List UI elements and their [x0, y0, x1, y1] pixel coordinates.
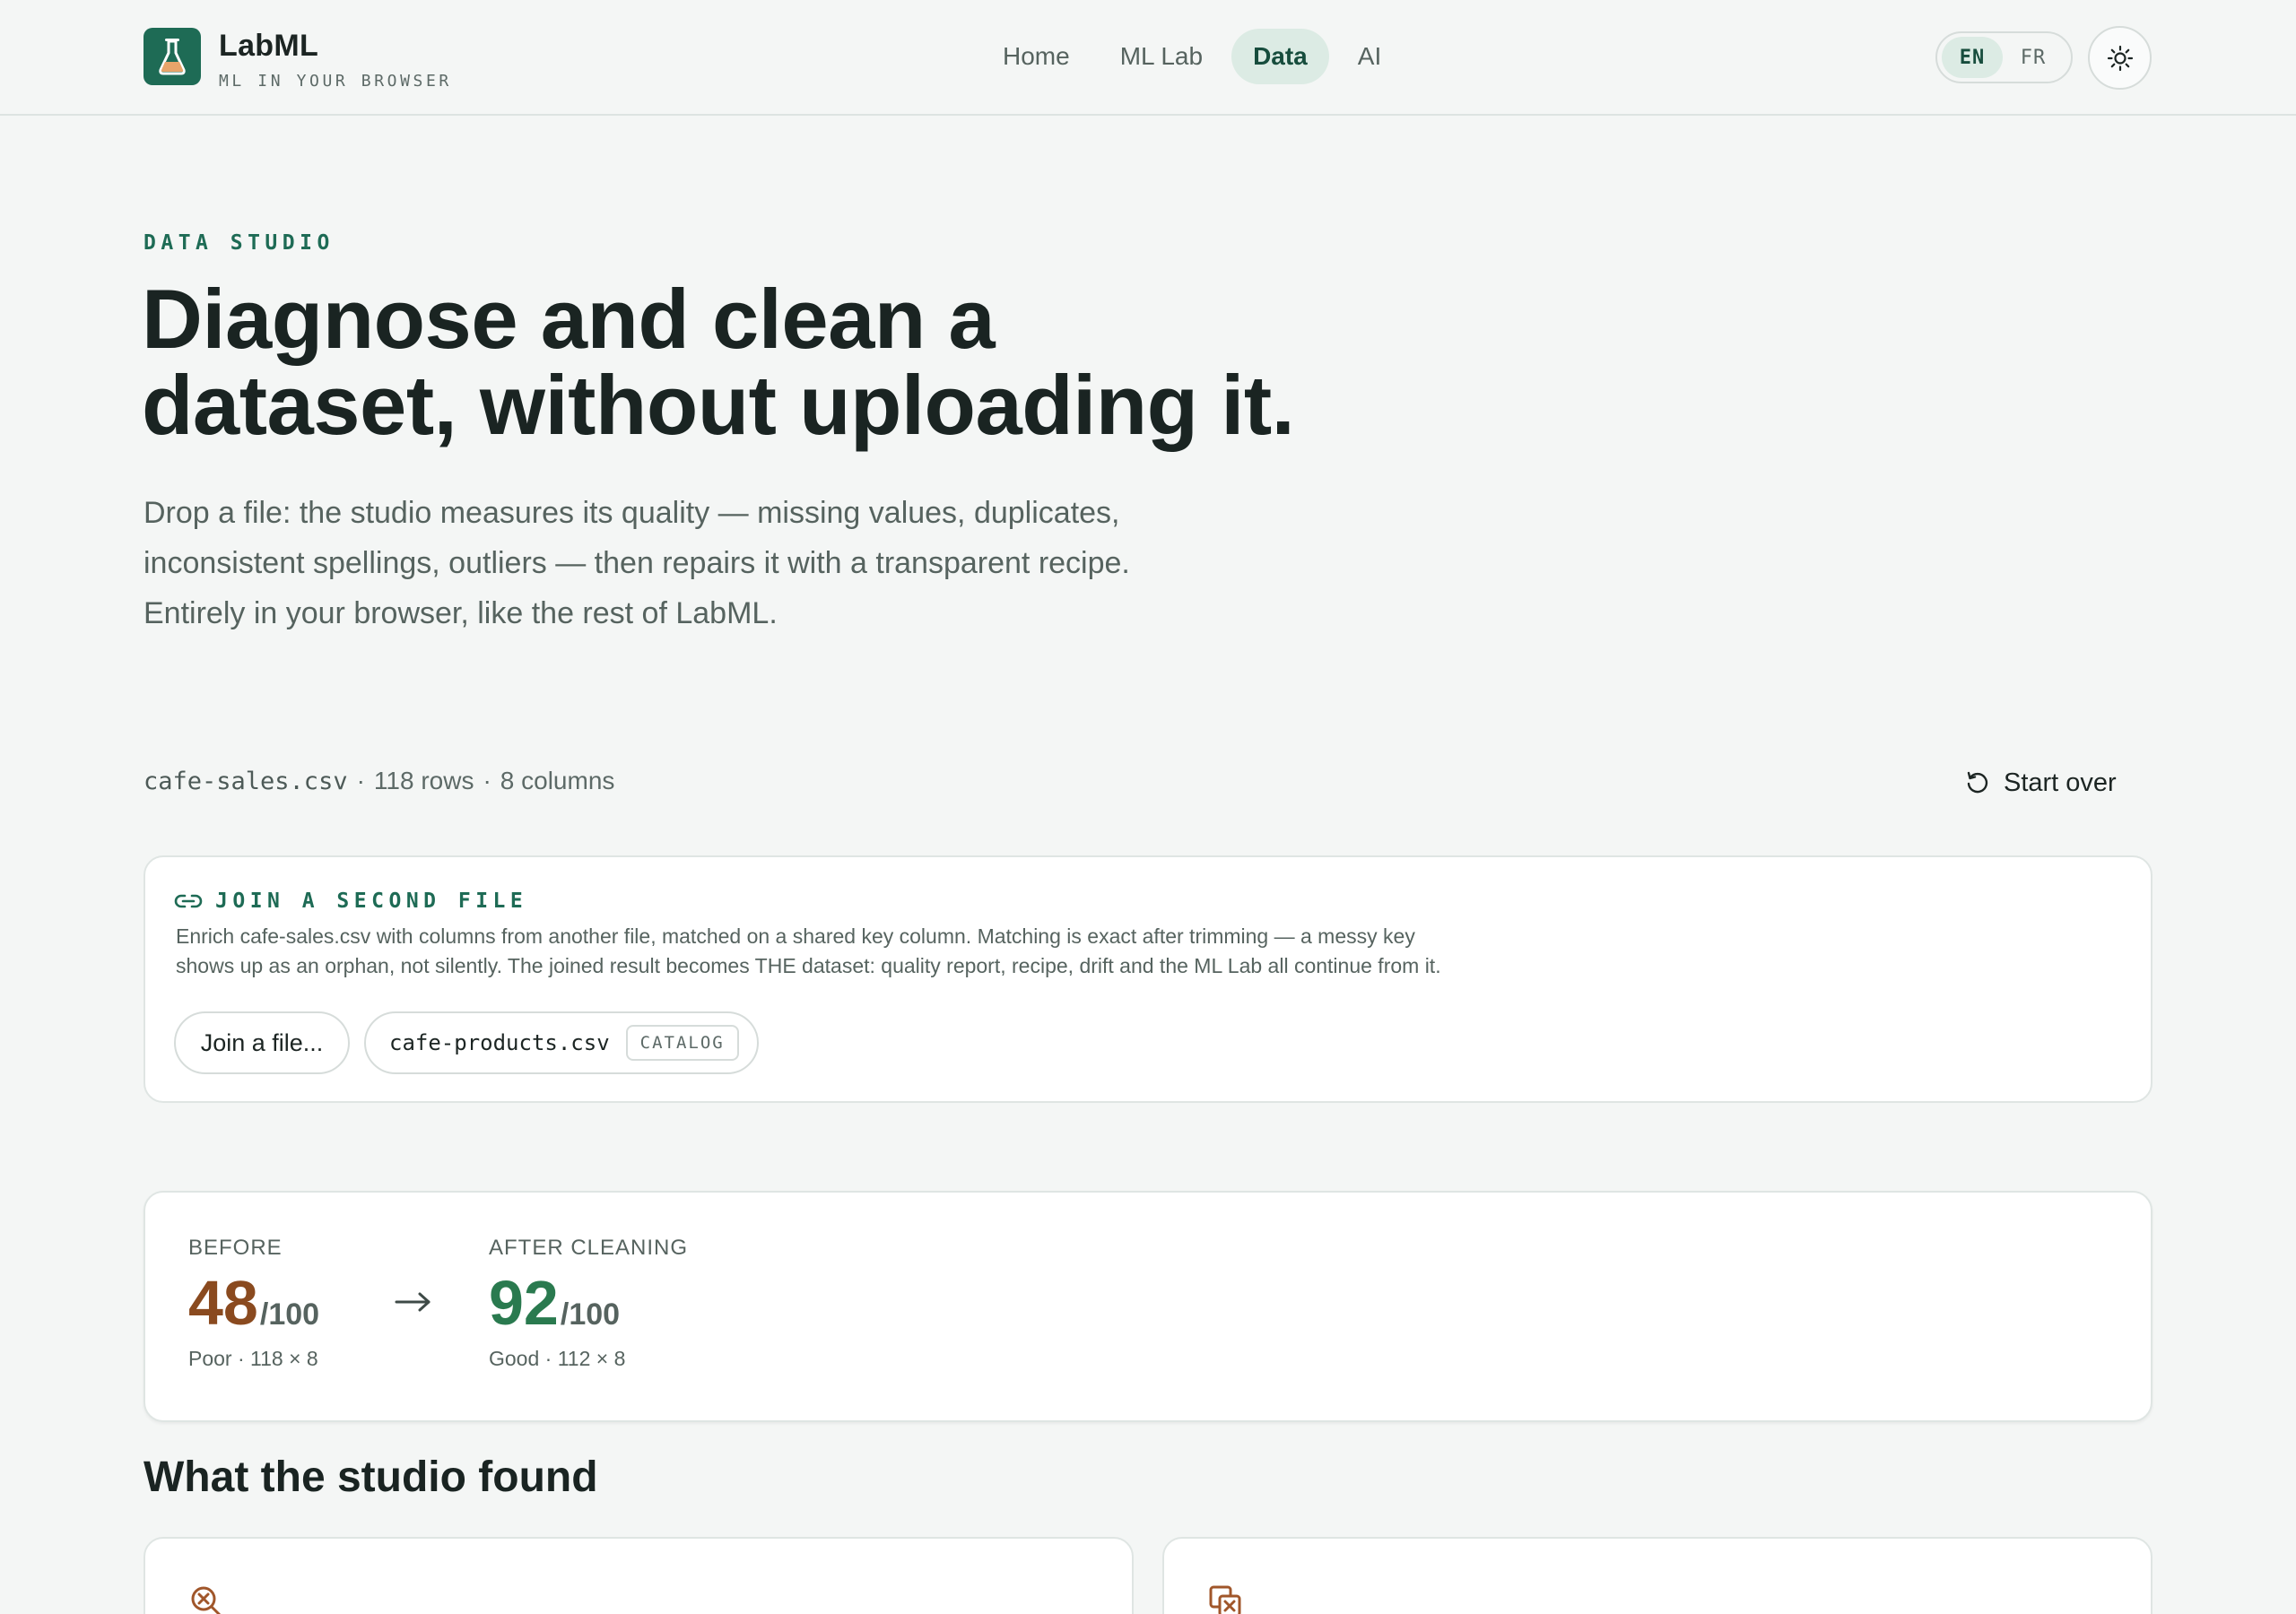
- lang-fr-option[interactable]: FR: [2003, 37, 2064, 78]
- before-score: BEFORE 48 /100 Poor · 118 × 8: [188, 1236, 319, 1371]
- page-title-line-1: Diagnose and clean a: [142, 272, 996, 366]
- after-meta: Good · 112 × 8: [489, 1347, 626, 1370]
- catalog-tag: CATALOG: [625, 1025, 739, 1061]
- join-file-button[interactable]: Join a file...: [174, 1011, 350, 1074]
- nav-ml-lab[interactable]: ML Lab: [1099, 29, 1224, 84]
- sun-icon: [2107, 45, 2133, 71]
- section-eyebrow: DATA STUDIO: [144, 231, 335, 255]
- nav-ai[interactable]: AI: [1336, 29, 1403, 84]
- language-switcher: EN FR: [1935, 31, 2073, 83]
- row-count: 118 rows: [373, 767, 474, 794]
- page-title: Diagnose and clean a dataset, without up…: [142, 276, 1487, 448]
- start-over-label: Start over: [2004, 768, 2117, 797]
- separator: ·: [356, 767, 365, 794]
- top-bar: LabML ML IN YOUR BROWSER Home ML Lab Dat…: [0, 0, 2296, 116]
- after-score-value: 92: [489, 1268, 559, 1338]
- finding-card-missing[interactable]: [144, 1537, 1134, 1614]
- before-score-denominator: /100: [259, 1297, 320, 1332]
- join-title-text: JOIN A SECOND FILE: [215, 889, 528, 913]
- copy-x-icon: [1209, 1585, 1241, 1614]
- page-subtitle: Drop a file: the studio measures its qua…: [144, 488, 1309, 638]
- finding-card-duplicates[interactable]: [1162, 1537, 2152, 1614]
- flask-logo-icon[interactable]: [144, 28, 201, 85]
- join-desc-line-2: shows up as an orphan, not silently. The…: [176, 954, 1441, 977]
- subtitle-line-1: Drop a file: the studio measures its qua…: [144, 496, 1120, 530]
- nav-data[interactable]: Data: [1231, 29, 1329, 84]
- before-meta: Poor · 118 × 8: [188, 1347, 318, 1370]
- start-over-button[interactable]: Start over: [1964, 760, 2117, 805]
- brand-tagline: ML IN YOUR BROWSER: [219, 72, 452, 91]
- file-name: cafe-sales.csv: [144, 767, 348, 795]
- main-nav: Home ML Lab Data AI: [981, 29, 1403, 84]
- join-description: Enrich cafe-sales.csv with columns from …: [176, 922, 1575, 981]
- suggested-file-name: cafe-products.csv: [389, 1030, 610, 1055]
- lang-en-option[interactable]: EN: [1942, 37, 2003, 78]
- file-summary: cafe-sales.csv · 118 rows · 8 columns: [144, 767, 614, 795]
- after-label: AFTER CLEANING: [489, 1236, 689, 1260]
- page-title-line-2: dataset, without uploading it.: [142, 358, 1295, 452]
- after-score: AFTER CLEANING 92 /100 Good · 112 × 8: [489, 1236, 688, 1371]
- join-file-card: JOIN A SECOND FILE Enrich cafe-sales.csv…: [144, 855, 2152, 1103]
- reset-icon: [1967, 771, 1988, 794]
- link-icon: [174, 894, 203, 908]
- theme-toggle-button[interactable]: [2088, 26, 2152, 90]
- findings-heading: What the studio found: [144, 1453, 598, 1501]
- after-score-denominator: /100: [560, 1297, 621, 1332]
- brand-name[interactable]: LabML: [219, 29, 318, 64]
- quality-score-card: BEFORE 48 /100 Poor · 118 × 8 AFTER CLEA…: [144, 1191, 2152, 1422]
- subtitle-line-2: inconsistent spellings, outliers — then …: [144, 546, 1130, 580]
- before-label: BEFORE: [188, 1236, 283, 1260]
- before-score-value: 48: [188, 1268, 258, 1338]
- subtitle-line-3: Entirely in your browser, like the rest …: [144, 596, 778, 630]
- arrow-right-icon: [395, 1292, 430, 1312]
- join-card-title: JOIN A SECOND FILE: [174, 889, 527, 913]
- suggested-file-button[interactable]: cafe-products.csv CATALOG: [364, 1011, 759, 1074]
- column-count: 8 columns: [500, 767, 615, 794]
- nav-home[interactable]: Home: [981, 29, 1091, 84]
- separator: ·: [483, 767, 491, 794]
- join-desc-line-1: Enrich cafe-sales.csv with columns from …: [176, 924, 1415, 948]
- search-x-icon: [191, 1586, 222, 1614]
